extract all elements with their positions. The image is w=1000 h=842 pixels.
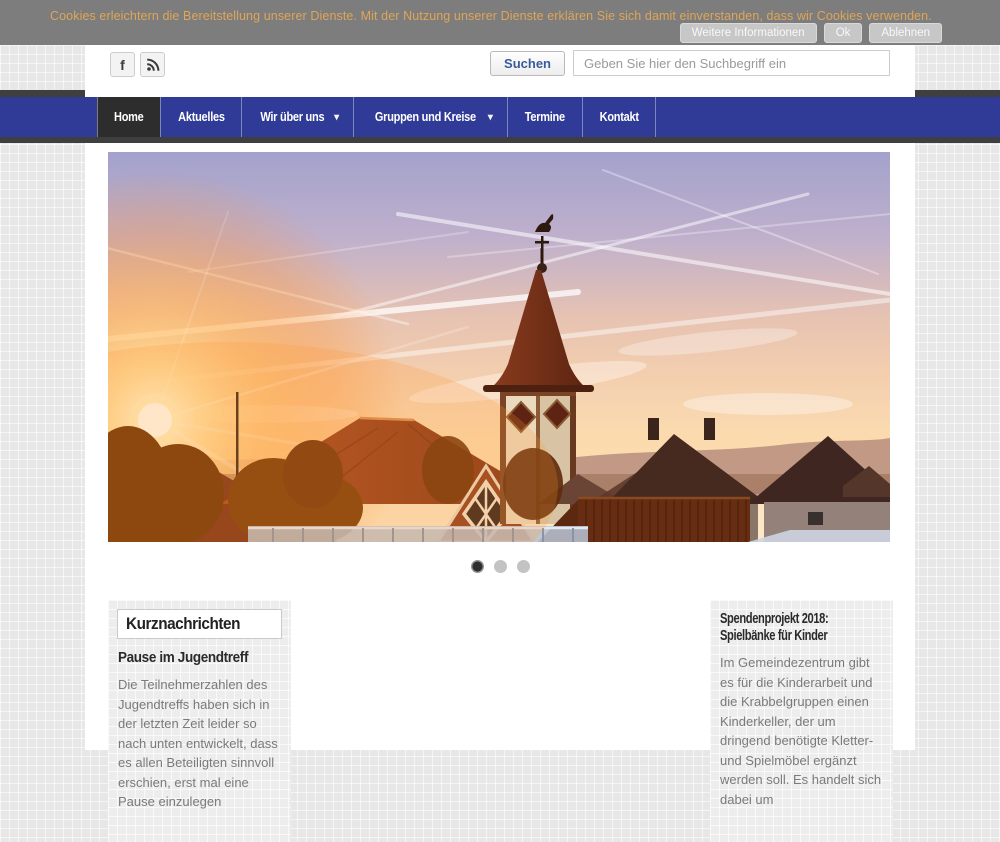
module-kurznachrichten: Kurznachrichten Pause im Jugendtreff Die… — [108, 600, 291, 842]
search-button[interactable]: Suchen — [490, 51, 565, 76]
cookie-buttons: Weitere Informationen Ok Ablehnen — [680, 23, 942, 43]
nav-item-termine[interactable]: Termine — [507, 97, 582, 137]
article-intro-text: Die Teilnehmerzahlen des Jugendtreffs ha… — [118, 675, 281, 812]
rss-button[interactable] — [140, 52, 165, 77]
cookie-info-button[interactable]: Weitere Informationen — [680, 23, 817, 43]
site-header: f Suchen — [85, 45, 915, 97]
social-links: f — [110, 52, 165, 77]
slide-church-sunset-image — [108, 152, 890, 542]
facebook-button[interactable]: f — [110, 52, 135, 77]
article-title-link[interactable]: Spendenprojekt 2018: Spielbänke für Kind… — [720, 611, 883, 644]
main-navbar: Home Aktuelles Wir über uns ▾ Gruppen un… — [0, 97, 1000, 137]
caret-down-icon: ▾ — [488, 112, 493, 123]
slider-dot-2[interactable] — [494, 560, 507, 573]
cookie-ok-button[interactable]: Ok — [824, 23, 863, 43]
rss-icon — [146, 58, 160, 72]
module-spendenprojekt: Spendenprojekt 2018: Spielbänke für Kind… — [710, 600, 893, 842]
slider-pagination — [85, 560, 915, 573]
nav-item-aktuelles[interactable]: Aktuelles — [160, 97, 242, 137]
module-title: Kurznachrichten — [117, 609, 282, 639]
nav-item-home[interactable]: Home — [97, 97, 160, 137]
article-intro-text: Im Gemeindezentrum gibt es für die Kinde… — [720, 653, 883, 809]
search-bar: Suchen — [490, 50, 890, 76]
page-container: f Suchen — [85, 45, 915, 750]
article-title-link[interactable]: Pause im Jugendtreff — [118, 649, 281, 666]
nav-item-gruppen-und-kreise[interactable]: Gruppen und Kreise ▾ — [353, 97, 507, 137]
caret-down-icon: ▾ — [334, 112, 339, 123]
hero-slider[interactable] — [108, 152, 890, 542]
search-input[interactable] — [573, 50, 890, 76]
slider-dot-3[interactable] — [517, 560, 530, 573]
cookie-decline-button[interactable]: Ablehnen — [869, 23, 942, 43]
facebook-icon: f — [120, 58, 125, 72]
nav-item-wir-ueber-uns[interactable]: Wir über uns ▾ — [241, 97, 353, 137]
nav-menu: Home Aktuelles Wir über uns ▾ Gruppen un… — [85, 97, 915, 137]
cookie-banner: Cookies erleichtern die Bereitstellung u… — [0, 0, 1000, 45]
cookie-message: Cookies erleichtern die Bereitstellung u… — [50, 9, 932, 23]
slider-dot-1[interactable] — [471, 560, 484, 573]
content-columns: Kurznachrichten Pause im Jugendtreff Die… — [85, 600, 915, 842]
nav-item-kontakt[interactable]: Kontakt — [582, 97, 656, 137]
